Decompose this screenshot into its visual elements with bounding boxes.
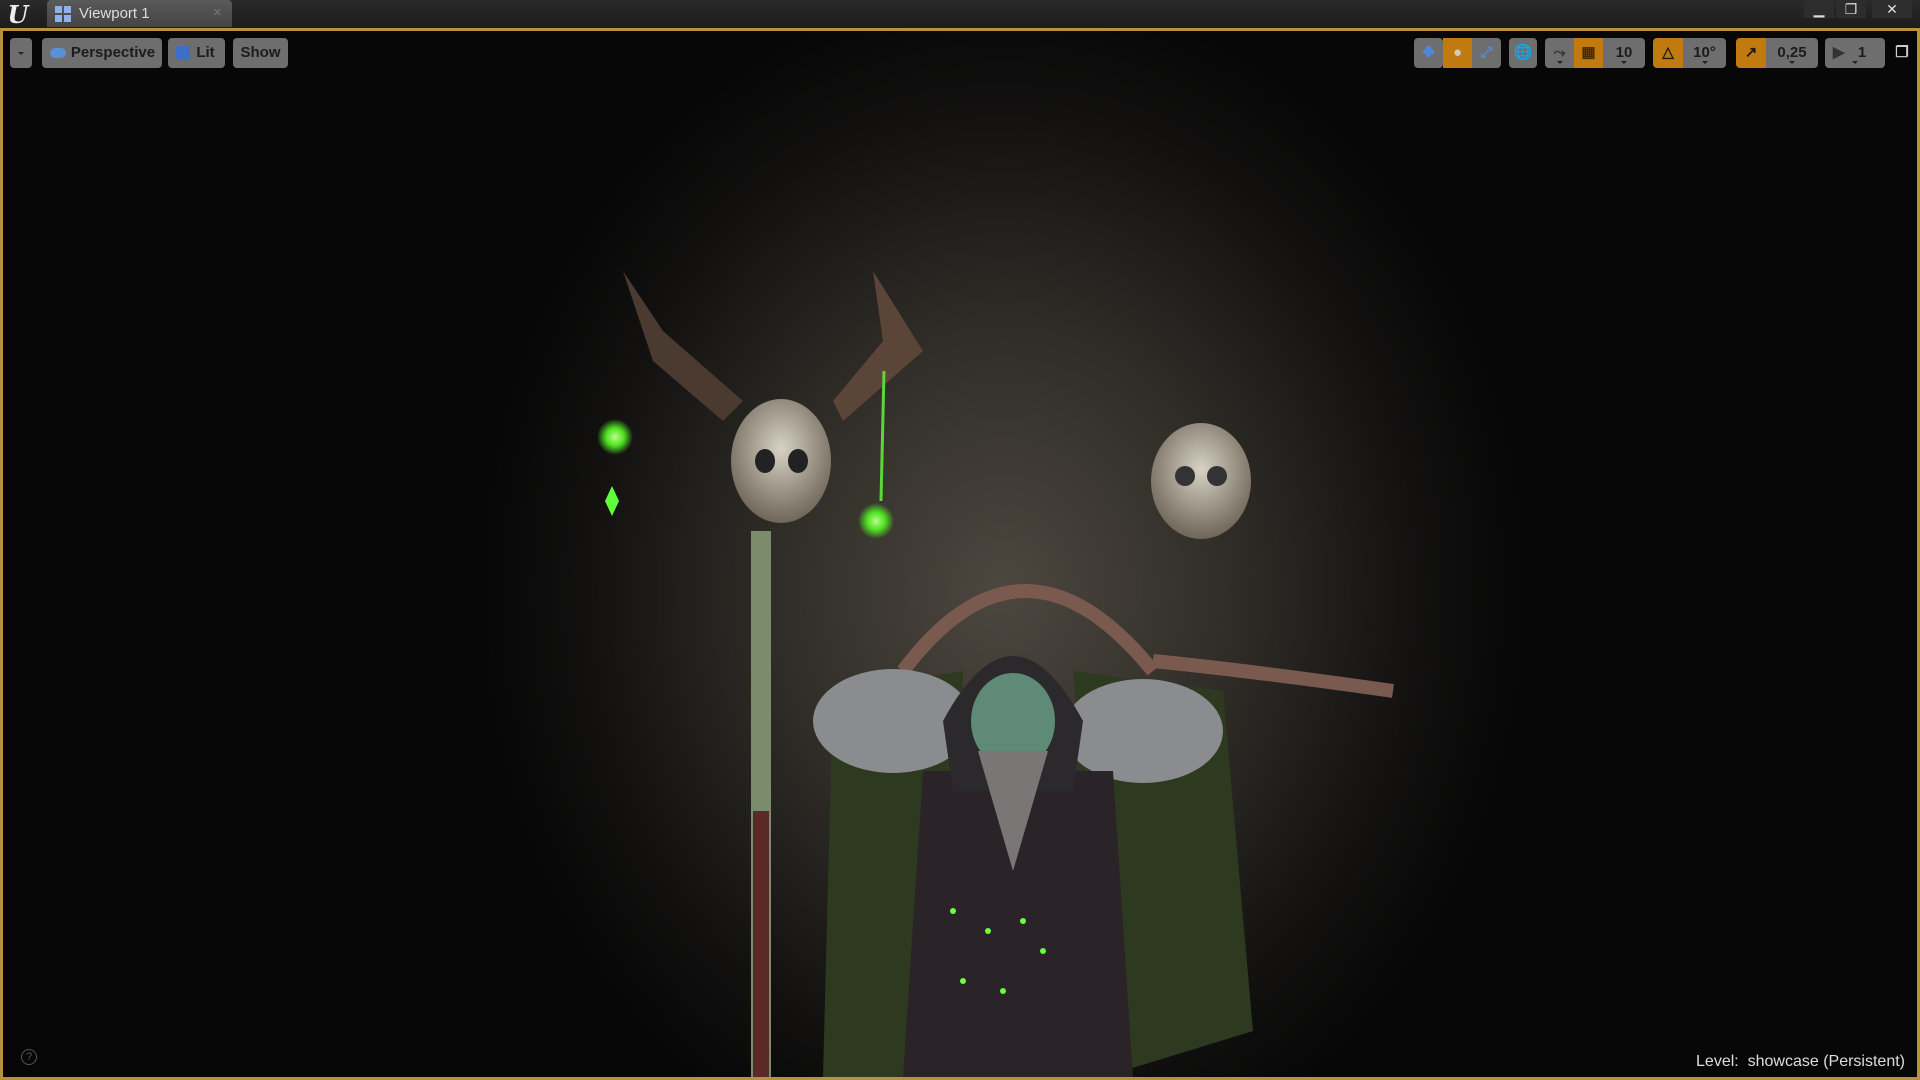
antler-left bbox=[623, 271, 743, 421]
level-label: Level: bbox=[1696, 1053, 1739, 1070]
camera-icon: ▶ bbox=[1833, 44, 1845, 61]
translate-mode-button[interactable]: ✥ bbox=[1414, 38, 1443, 68]
perspective-button[interactable]: Perspective bbox=[42, 38, 162, 68]
rotation-snap-value-dropdown[interactable]: 10° bbox=[1683, 38, 1726, 68]
rotate-mode-button[interactable]: ● bbox=[1443, 38, 1472, 68]
rotation-snap-toggle-icon[interactable]: △ bbox=[1653, 38, 1683, 68]
lit-label: Lit bbox=[196, 44, 215, 61]
perspective-icon bbox=[50, 48, 66, 58]
scale-snap-value-dropdown[interactable]: 0,25 bbox=[1766, 38, 1818, 68]
perspective-label: Perspective bbox=[70, 44, 156, 61]
restore-button[interactable]: ❐ bbox=[1836, 0, 1866, 18]
minimize-button[interactable]: ▁ bbox=[1804, 0, 1834, 18]
maximize-viewport-icon[interactable]: ❐ bbox=[1893, 38, 1911, 68]
camera-speed-dropdown[interactable]: ▶ 1 bbox=[1825, 38, 1885, 68]
staff-skull bbox=[731, 399, 831, 523]
rotation-snap-value: 10° bbox=[1693, 44, 1716, 61]
title-bar: U Viewport 1 ✕ ▁ ❐ ✕ bbox=[0, 0, 1920, 29]
level-viewport[interactable]: Perspective Lit Show ✥ ● ⤢ 🌐 ⤳ ▦ 10 △ 10… bbox=[0, 28, 1920, 1080]
pauldron-right bbox=[1063, 679, 1223, 783]
surface-snap-button[interactable]: ⤳ bbox=[1545, 38, 1574, 68]
show-label: Show bbox=[240, 44, 281, 61]
grid-snap-value: 10 bbox=[1615, 44, 1633, 61]
scene-render bbox=[597, 271, 1394, 1077]
show-button[interactable]: Show bbox=[233, 38, 288, 68]
close-window-button[interactable]: ✕ bbox=[1872, 0, 1912, 18]
grid-snap-toggle-icon[interactable]: ▦ bbox=[1574, 38, 1603, 68]
viewport-options-dropdown[interactable] bbox=[10, 38, 32, 68]
glow-orb-2 bbox=[858, 503, 894, 539]
scale-snap-toggle-icon[interactable]: ↗ bbox=[1736, 38, 1766, 68]
antler-right bbox=[833, 271, 923, 421]
world-local-toggle-globe-icon[interactable]: 🌐 bbox=[1509, 38, 1537, 68]
glow-orb-1 bbox=[597, 419, 633, 455]
lit-cube-icon bbox=[176, 46, 190, 60]
lit-button[interactable]: Lit bbox=[168, 38, 225, 68]
tab-title: Viewport 1 bbox=[79, 5, 150, 22]
help-icon[interactable]: ? bbox=[21, 1049, 37, 1065]
tab-viewport-1[interactable]: Viewport 1 ✕ bbox=[47, 0, 232, 27]
viewport-tab-icon bbox=[55, 6, 71, 22]
scale-snap-value: 0,25 bbox=[1777, 44, 1807, 61]
floating-skull bbox=[1151, 423, 1251, 539]
level-indicator: Level: showcase (Persistent) bbox=[1696, 1053, 1905, 1071]
level-name: showcase (Persistent) bbox=[1747, 1053, 1905, 1070]
camera-speed-value: 1 bbox=[1857, 44, 1867, 61]
close-tab-icon[interactable]: ✕ bbox=[213, 0, 222, 27]
unreal-logo: U bbox=[7, 0, 29, 29]
glow-gem bbox=[605, 486, 619, 516]
scale-mode-button[interactable]: ⤢ bbox=[1472, 38, 1501, 68]
grid-snap-value-dropdown[interactable]: 10 bbox=[1603, 38, 1645, 68]
